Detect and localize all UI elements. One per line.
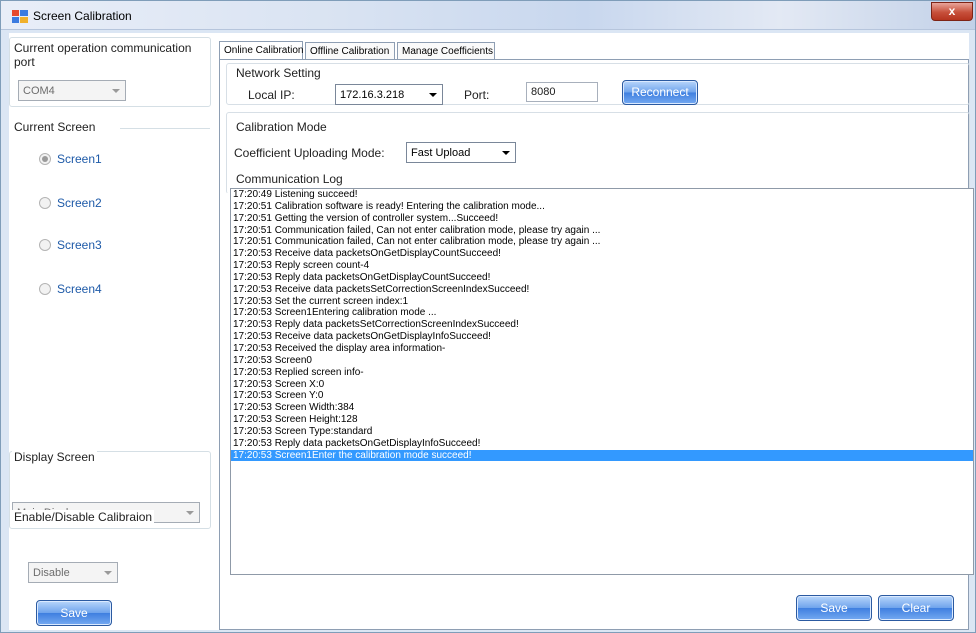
chevron-down-icon <box>429 93 437 97</box>
radio-screen1[interactable]: Screen1 <box>39 152 102 166</box>
close-button[interactable]: x <box>931 2 973 21</box>
radio-checked-icon[interactable] <box>39 153 51 165</box>
radio-unchecked-icon[interactable] <box>39 283 51 295</box>
radio-unchecked-icon[interactable] <box>39 239 51 251</box>
port-label: Port: <box>464 88 490 102</box>
radio-unchecked-icon[interactable] <box>39 197 51 209</box>
group-divider <box>120 128 210 129</box>
chevron-down-icon <box>104 571 112 575</box>
window-title: Screen Calibration <box>33 9 132 23</box>
screen-group-title: Current Screen <box>12 120 98 134</box>
app-icon <box>12 10 28 23</box>
log-line[interactable]: 17:20:53 Reply data packetsOnGetDisplayI… <box>231 438 973 450</box>
close-icon: x <box>948 4 956 18</box>
radio-screen4-label: Screen4 <box>57 282 102 296</box>
online-calibration-panel: Network Setting Local IP: 172.16.3.218 P… <box>219 59 974 630</box>
port-group-title: Current operation communication port <box>12 41 202 69</box>
chevron-down-icon <box>112 89 120 93</box>
save-button[interactable]: Save <box>796 595 872 621</box>
log-line[interactable]: 17:20:53 Screen Y:0 <box>231 390 973 402</box>
log-lines: 17:20:49 Listening succeed! 17:20:51 Cali… <box>231 189 973 462</box>
log-line[interactable]: 17:20:53 Receive data packetsOnGetDispla… <box>231 248 973 260</box>
title-bar[interactable]: Screen Calibration x <box>1 1 975 30</box>
log-line[interactable]: 17:20:51 Getting the version of controll… <box>231 213 973 225</box>
log-line[interactable]: 17:20:53 Screen1Entering calibration mod… <box>231 307 973 319</box>
log-line[interactable]: 17:20:53 Receive data packetsOnGetDispla… <box>231 331 973 343</box>
enable-group: Enable/Disable Calibraion Disable Save <box>9 509 211 627</box>
local-ip-select[interactable]: 172.16.3.218 <box>335 84 443 105</box>
enable-select-value: Disable <box>33 567 70 579</box>
log-line[interactable]: 17:20:53 Receive data packetsSetCorrecti… <box>231 284 973 296</box>
log-line[interactable]: 17:20:49 Listening succeed! <box>231 189 973 201</box>
log-line[interactable]: 17:20:51 Communication failed, Can not e… <box>231 225 973 237</box>
port-input[interactable]: 8080 <box>526 82 598 102</box>
log-line[interactable]: 17:20:53 Reply data packetsSetCorrection… <box>231 319 973 331</box>
upload-mode-select[interactable]: Fast Upload <box>406 142 516 163</box>
upload-mode-value: Fast Upload <box>411 147 471 159</box>
radio-screen2-label: Screen2 <box>57 196 102 210</box>
port-select[interactable]: COM4 <box>18 80 126 101</box>
radio-screen4[interactable]: Screen4 <box>39 282 102 296</box>
log-line[interactable]: 17:20:53 Screen1Enter the calibration mo… <box>231 449 973 462</box>
log-line[interactable]: 17:20:53 Replied screen info- <box>231 367 973 379</box>
log-line[interactable]: 17:20:53 Reply screen count-4 <box>231 260 973 272</box>
port-group: Current operation communication port COM… <box>9 37 211 107</box>
enable-group-title: Enable/Disable Calibraion <box>12 510 155 524</box>
log-line[interactable]: 17:20:53 Received the display area infor… <box>231 343 973 355</box>
upload-mode-label: Coefficient Uploading Mode: <box>234 146 385 160</box>
calibration-mode-title: Calibration Mode <box>234 120 329 134</box>
network-section-title: Network Setting <box>234 66 323 80</box>
display-group-title: Display Screen <box>12 450 97 464</box>
radio-screen3-label: Screen3 <box>57 238 102 252</box>
log-line[interactable]: 17:20:53 Screen0 <box>231 355 973 367</box>
client-area: Current operation communication port COM… <box>9 33 974 630</box>
clear-button[interactable]: Clear <box>878 595 954 621</box>
communication-log-title: Communication Log <box>234 172 345 186</box>
radio-screen2[interactable]: Screen2 <box>39 196 102 210</box>
log-line[interactable]: 17:20:53 Screen Width:384 <box>231 402 973 414</box>
local-ip-label: Local IP: <box>248 88 295 102</box>
radio-screen1-label: Screen1 <box>57 152 102 166</box>
log-line[interactable]: 17:20:53 Reply data packetsOnGetDisplayC… <box>231 272 973 284</box>
screen-calibration-window: Screen Calibration x Current operation c… <box>0 0 976 633</box>
local-ip-value: 172.16.3.218 <box>340 89 405 101</box>
chevron-down-icon <box>502 151 510 155</box>
radio-screen3[interactable]: Screen3 <box>39 238 102 252</box>
reconnect-button[interactable]: Reconnect <box>622 80 698 105</box>
screen-group: Current Screen Screen1 Screen2 Screen3 S… <box>9 120 211 459</box>
left-panel: Current operation communication port COM… <box>9 33 213 630</box>
enable-select[interactable]: Disable <box>28 562 118 583</box>
left-save-button[interactable]: Save <box>36 600 112 626</box>
log-line[interactable]: 17:20:53 Set the current screen index:1 <box>231 296 973 308</box>
log-line[interactable]: 17:20:53 Screen Height:128 <box>231 414 973 426</box>
log-line[interactable]: 17:20:51 Communication failed, Can not e… <box>231 236 973 248</box>
communication-log-list[interactable]: 17:20:49 Listening succeed! 17:20:51 Cali… <box>230 188 974 575</box>
tab-online-calibration[interactable]: Online Calibration <box>219 41 304 60</box>
log-line[interactable]: 17:20:51 Calibration software is ready! … <box>231 201 973 213</box>
log-line[interactable]: 17:20:53 Screen Type:standard <box>231 426 973 438</box>
port-select-value: COM4 <box>23 85 55 97</box>
log-line[interactable]: 17:20:53 Screen X:0 <box>231 379 973 391</box>
